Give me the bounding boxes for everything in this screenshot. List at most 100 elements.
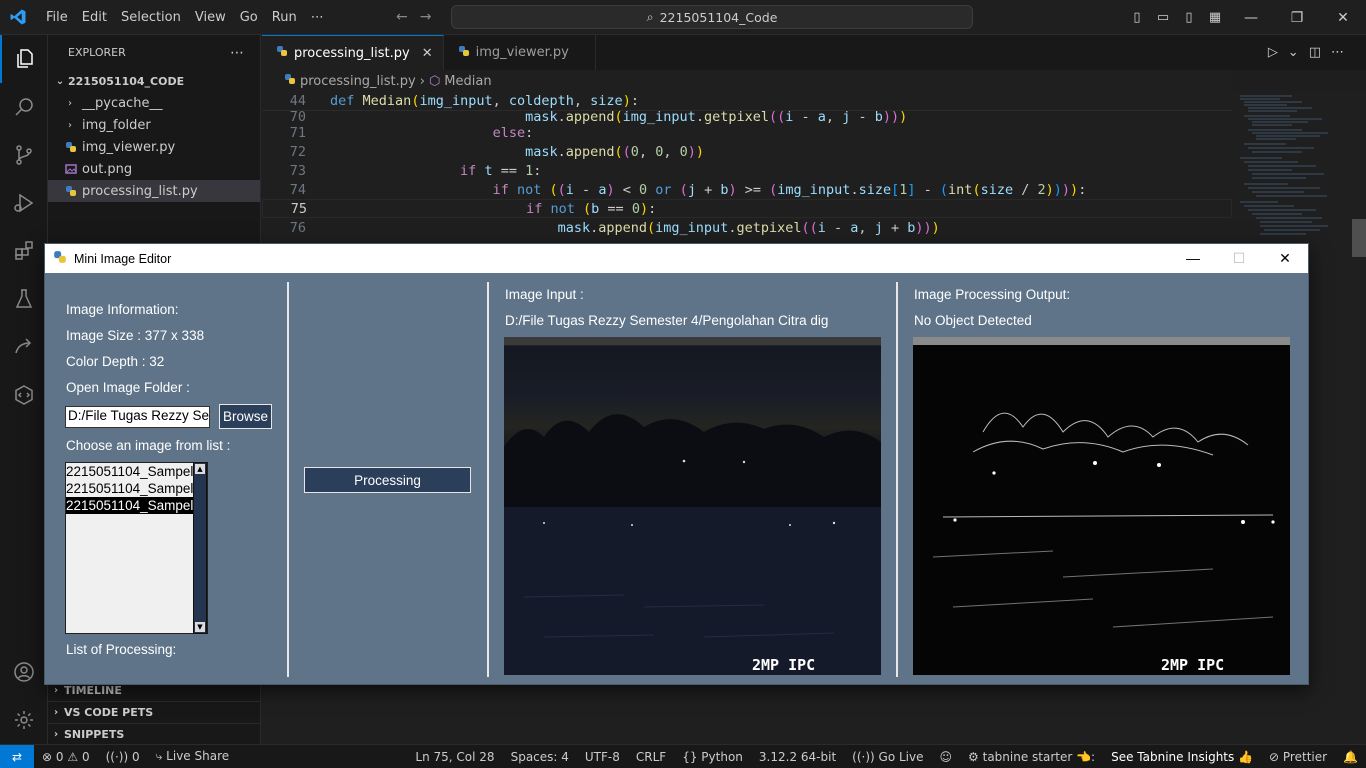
browse-button[interactable]: Browse <box>219 404 272 429</box>
menu-file[interactable]: File <box>39 10 75 25</box>
source-control-icon[interactable] <box>0 131 48 179</box>
tree-item-img-folder[interactable]: › img_folder <box>48 114 260 136</box>
minimize-icon[interactable]: — <box>1228 10 1274 26</box>
list-item[interactable]: 2215051104_Sampel2 <box>66 480 207 497</box>
toggle-secondary-sidebar-icon[interactable]: ▯ <box>1176 10 1202 25</box>
code-text: if t == 1: <box>460 162 542 179</box>
scroll-down-icon[interactable]: ▼ <box>195 622 205 632</box>
listbox-scrollbar[interactable]: ▲ ▼ <box>193 462 207 634</box>
code-text: mask.append((0, 0, 0)) <box>525 143 705 160</box>
processing-button[interactable]: Processing <box>304 467 471 493</box>
problems-status[interactable]: ⊗ 0 ⚠ 0 <box>34 750 98 764</box>
line-number: 76 <box>289 219 306 236</box>
line-number: 73 <box>289 162 306 179</box>
list-item-selected[interactable]: 2215051104_Sampel3 <box>66 497 207 514</box>
encoding[interactable]: UTF-8 <box>577 750 628 764</box>
tab-img-viewer[interactable]: img_viewer.py <box>444 35 596 70</box>
section-snippets[interactable]: › SNIPPETS <box>48 723 261 745</box>
image-input-path: D:/File Tugas Rezzy Semester 4/Pengolaha… <box>505 313 828 328</box>
breadcrumb-symbol[interactable]: Median <box>444 74 491 89</box>
close-window-icon[interactable]: ✕ <box>1320 10 1366 26</box>
extensions-icon[interactable] <box>0 227 48 275</box>
cursor-position[interactable]: Ln 75, Col 28 <box>407 750 502 764</box>
command-center[interactable]: ⌕ 2215051104_Code <box>451 5 973 29</box>
folder-path-input[interactable]: D:/File Tugas Rezzy Semester 4/Pengolaha… <box>65 406 210 428</box>
sticky-scroll-line[interactable]: 44 def Median(img_input, coldepth, size)… <box>262 92 1232 111</box>
live-share-activity-icon[interactable] <box>0 323 48 371</box>
code-line[interactable]: 74 if not ((i - a) < 0 or (j + b) >= (im… <box>262 180 1232 199</box>
separator-right <box>896 282 898 677</box>
copilot-icon[interactable]: ☺ <box>932 750 961 764</box>
code-line-current[interactable]: 75 if not (b == 0): <box>262 199 1232 218</box>
image-listbox[interactable]: 2215051104_Sampel1 2215051104_Sampel2 22… <box>65 462 208 634</box>
ports-status[interactable]: ((·)) 0 <box>98 750 148 764</box>
live-share-label: Live Share <box>166 749 230 763</box>
forward-arrow-icon[interactable]: → <box>420 9 444 25</box>
tabnine-insights[interactable]: See Tabnine Insights 👍 <box>1103 750 1261 764</box>
menu-go[interactable]: Go <box>233 10 265 25</box>
chevron-right-icon: › <box>53 729 59 740</box>
app-close-icon[interactable]: ✕ <box>1262 244 1308 273</box>
remote-indicator-icon[interactable]: ⇄ <box>0 745 34 768</box>
section-vscode-pets[interactable]: › VS CODE PETS <box>48 701 261 723</box>
tree-item-pycache[interactable]: › __pycache__ <box>48 92 260 114</box>
toggle-panel-icon[interactable]: ▭ <box>1150 10 1176 25</box>
search-activity-icon[interactable] <box>0 83 48 131</box>
run-file-icon[interactable]: ▷⌄ <box>1268 45 1309 60</box>
customize-layout-icon[interactable]: ▦ <box>1202 10 1228 25</box>
testing-icon[interactable] <box>0 275 48 323</box>
separator-left <box>287 282 289 677</box>
editor-scrollbar-thumb[interactable] <box>1352 219 1366 257</box>
menu-run[interactable]: Run <box>265 10 304 25</box>
separator-middle <box>487 282 489 677</box>
menu-more[interactable]: ⋯ <box>304 10 331 25</box>
python-interpreter[interactable]: 3.12.2 64-bit <box>751 750 844 764</box>
indentation[interactable]: Spaces: 4 <box>503 750 577 764</box>
section-label: TIMELINE <box>64 684 122 697</box>
notifications-bell-icon[interactable]: 🔔 <box>1335 750 1366 764</box>
language-mode[interactable]: {} Python <box>674 750 751 764</box>
remote-explorer-icon[interactable] <box>0 371 48 419</box>
breadcrumb-file[interactable]: processing_list.py <box>300 74 416 89</box>
scroll-up-icon[interactable]: ▲ <box>195 464 205 474</box>
menu-edit[interactable]: Edit <box>75 10 114 25</box>
workspace-root[interactable]: ⌄ 2215051104_CODE <box>48 70 260 92</box>
code-line[interactable]: 72 mask.append((0, 0, 0)) <box>262 142 1232 161</box>
section-label: SNIPPETS <box>64 728 125 741</box>
settings-gear-icon[interactable] <box>0 696 48 744</box>
split-editor-icon[interactable]: ◫ <box>1309 45 1331 60</box>
more-actions-icon[interactable]: ⋯ <box>230 45 244 61</box>
explorer-icon[interactable] <box>0 35 48 83</box>
tree-item-label: out.png <box>82 161 133 177</box>
live-share-status[interactable]: ⤷ Live Share <box>148 749 238 764</box>
menu-selection[interactable]: Selection <box>114 10 188 25</box>
radio-tower-icon: ((·)) <box>852 749 875 764</box>
tabnine-status[interactable]: ⚙ tabnine starter 👈: <box>960 750 1103 764</box>
more-actions-icon[interactable]: ⋯ <box>1331 45 1354 60</box>
app-minimize-icon[interactable]: — <box>1170 244 1216 273</box>
prettier-status[interactable]: ⊘ Prettier <box>1261 750 1335 764</box>
close-tab-icon[interactable]: ✕ <box>422 46 433 61</box>
code-line[interactable]: 76 mask.append(img_input.getpixel((i - a… <box>262 218 1232 237</box>
go-live-status[interactable]: ((·)) Go Live <box>844 750 931 764</box>
tree-item-out-png[interactable]: out.png <box>48 158 260 180</box>
menu-view[interactable]: View <box>188 10 233 25</box>
accounts-icon[interactable] <box>0 648 48 696</box>
tab-processing-list[interactable]: processing_list.py ✕ <box>262 35 444 70</box>
run-debug-icon[interactable] <box>0 179 48 227</box>
tree-item-processing-list[interactable]: processing_list.py <box>48 180 260 202</box>
code-line[interactable]: 73 if t == 1: <box>262 161 1232 180</box>
editor-scrollbar[interactable] <box>1352 92 1366 744</box>
python-file-icon <box>276 45 288 61</box>
workspace-root-label: 2215051104_CODE <box>68 74 185 88</box>
line-number: 72 <box>289 143 306 160</box>
tree-item-img-viewer[interactable]: img_viewer.py <box>48 136 260 158</box>
toggle-primary-sidebar-icon[interactable]: ▯ <box>1124 10 1150 25</box>
restore-icon[interactable]: ❐ <box>1274 10 1320 26</box>
back-arrow-icon[interactable]: ← <box>396 9 420 25</box>
list-item[interactable]: 2215051104_Sampel1 <box>66 463 207 480</box>
end-of-line[interactable]: CRLF <box>628 750 674 764</box>
section-label: VS CODE PETS <box>64 706 154 719</box>
code-line[interactable]: 71 else: <box>262 123 1232 142</box>
breadcrumb: processing_list.py › ⬡ Median <box>262 70 1232 92</box>
